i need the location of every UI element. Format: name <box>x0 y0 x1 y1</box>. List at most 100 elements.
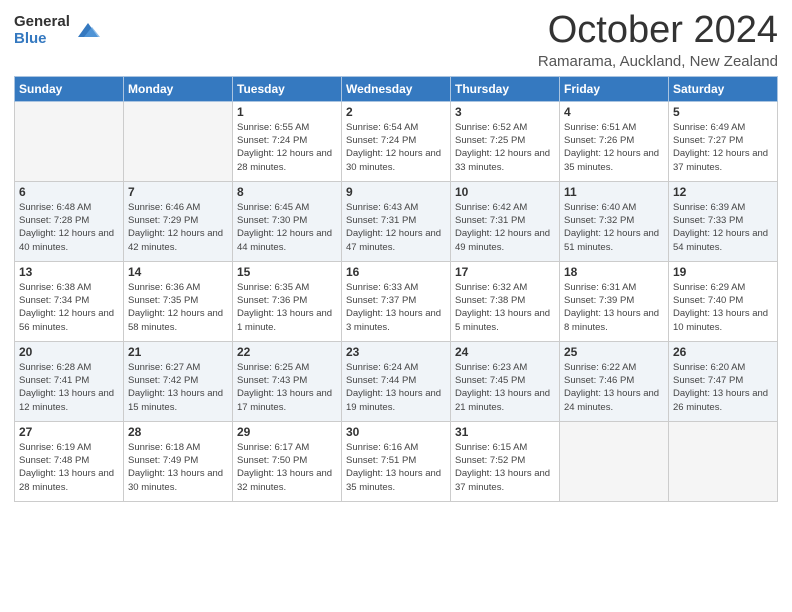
day-info: Sunrise: 6:55 AMSunset: 7:24 PMDaylight:… <box>237 121 337 174</box>
day-info: Sunrise: 6:54 AMSunset: 7:24 PMDaylight:… <box>346 121 446 174</box>
calendar-cell: 5 Sunrise: 6:49 AMSunset: 7:27 PMDaylight… <box>669 101 778 181</box>
day-info: Sunrise: 6:40 AMSunset: 7:32 PMDaylight:… <box>564 201 664 254</box>
calendar-cell: 10 Sunrise: 6:42 AMSunset: 7:31 PMDayligh… <box>451 181 560 261</box>
day-number: 15 <box>237 265 337 279</box>
day-info: Sunrise: 6:42 AMSunset: 7:31 PMDaylight:… <box>455 201 555 254</box>
title-block: October 2024 Ramarama, Auckland, New Zea… <box>538 10 778 70</box>
day-number: 19 <box>673 265 773 279</box>
calendar-week-row: 6Sunrise: 6:48 AMSunset: 7:28 PMDaylight… <box>15 181 778 261</box>
calendar-week-row: 20 Sunrise: 6:28 AMSunset: 7:41 PMDayligh… <box>15 341 778 421</box>
day-info: Sunrise: 6:20 AMSunset: 7:47 PMDaylight:… <box>673 361 773 414</box>
day-number: 4 <box>564 105 664 119</box>
weekday-header-sunday: Sunday <box>15 76 124 101</box>
title-location: Ramarama, Auckland, New Zealand <box>538 53 778 70</box>
day-number: 10 <box>455 185 555 199</box>
weekday-header-saturday: Saturday <box>669 76 778 101</box>
logo-general: General <box>14 14 70 31</box>
calendar-cell: 25Sunrise: 6:22 AMSunset: 7:46 PMDayligh… <box>560 341 669 421</box>
calendar-cell <box>15 101 124 181</box>
day-info: Sunrise: 6:45 AMSunset: 7:30 PMDaylight:… <box>237 201 337 254</box>
calendar-cell: 22 Sunrise: 6:25 AMSunset: 7:43 PMDayligh… <box>233 341 342 421</box>
calendar-cell: 30Sunrise: 6:16 AMSunset: 7:51 PMDayligh… <box>342 421 451 501</box>
day-number: 21 <box>128 345 228 359</box>
logo-icon <box>74 17 102 45</box>
calendar-cell: 23 Sunrise: 6:24 AMSunset: 7:44 PMDayligh… <box>342 341 451 421</box>
calendar-header-row: SundayMondayTuesdayWednesdayThursdayFrid… <box>15 76 778 101</box>
calendar-cell: 27 Sunrise: 6:19 AMSunset: 7:48 PMDayligh… <box>15 421 124 501</box>
calendar-cell: 13 Sunrise: 6:38 AMSunset: 7:34 PMDayligh… <box>15 261 124 341</box>
calendar-cell: 6Sunrise: 6:48 AMSunset: 7:28 PMDaylight… <box>15 181 124 261</box>
day-info: Sunrise: 6:28 AMSunset: 7:41 PMDaylight:… <box>19 361 119 414</box>
calendar-week-row: 1Sunrise: 6:55 AMSunset: 7:24 PMDaylight… <box>15 101 778 181</box>
calendar-cell <box>669 421 778 501</box>
day-number: 13 <box>19 265 119 279</box>
day-info: Sunrise: 6:51 AMSunset: 7:26 PMDaylight:… <box>564 121 664 174</box>
calendar-cell: 16 Sunrise: 6:33 AMSunset: 7:37 PMDayligh… <box>342 261 451 341</box>
day-info: Sunrise: 6:35 AMSunset: 7:36 PMDaylight:… <box>237 281 337 334</box>
day-number: 18 <box>564 265 664 279</box>
calendar-week-row: 13 Sunrise: 6:38 AMSunset: 7:34 PMDayligh… <box>15 261 778 341</box>
day-number: 5 <box>673 105 773 119</box>
calendar-cell: 7Sunrise: 6:46 AMSunset: 7:29 PMDaylight… <box>124 181 233 261</box>
page: General Blue October 2024 Ramarama, Auck… <box>0 0 792 612</box>
day-number: 23 <box>346 345 446 359</box>
header: General Blue October 2024 Ramarama, Auck… <box>14 10 778 70</box>
calendar-cell: 1Sunrise: 6:55 AMSunset: 7:24 PMDaylight… <box>233 101 342 181</box>
calendar-cell: 17Sunrise: 6:32 AMSunset: 7:38 PMDayligh… <box>451 261 560 341</box>
day-info: Sunrise: 6:52 AMSunset: 7:25 PMDaylight:… <box>455 121 555 174</box>
day-number: 6 <box>19 185 119 199</box>
title-month: October 2024 <box>538 10 778 52</box>
day-info: Sunrise: 6:18 AMSunset: 7:49 PMDaylight:… <box>128 441 228 494</box>
day-info: Sunrise: 6:24 AMSunset: 7:44 PMDaylight:… <box>346 361 446 414</box>
weekday-header-tuesday: Tuesday <box>233 76 342 101</box>
day-info: Sunrise: 6:43 AMSunset: 7:31 PMDaylight:… <box>346 201 446 254</box>
day-info: Sunrise: 6:23 AMSunset: 7:45 PMDaylight:… <box>455 361 555 414</box>
calendar-cell: 26Sunrise: 6:20 AMSunset: 7:47 PMDayligh… <box>669 341 778 421</box>
calendar-week-row: 27 Sunrise: 6:19 AMSunset: 7:48 PMDayligh… <box>15 421 778 501</box>
calendar-cell: 11 Sunrise: 6:40 AMSunset: 7:32 PMDayligh… <box>560 181 669 261</box>
day-info: Sunrise: 6:29 AMSunset: 7:40 PMDaylight:… <box>673 281 773 334</box>
day-info: Sunrise: 6:39 AMSunset: 7:33 PMDaylight:… <box>673 201 773 254</box>
day-info: Sunrise: 6:15 AMSunset: 7:52 PMDaylight:… <box>455 441 555 494</box>
day-number: 14 <box>128 265 228 279</box>
calendar-cell: 8Sunrise: 6:45 AMSunset: 7:30 PMDaylight… <box>233 181 342 261</box>
day-number: 12 <box>673 185 773 199</box>
calendar-cell: 9 Sunrise: 6:43 AMSunset: 7:31 PMDaylight… <box>342 181 451 261</box>
day-number: 22 <box>237 345 337 359</box>
day-number: 28 <box>128 425 228 439</box>
weekday-header-thursday: Thursday <box>451 76 560 101</box>
calendar-cell: 28 Sunrise: 6:18 AMSunset: 7:49 PMDayligh… <box>124 421 233 501</box>
calendar-cell: 19 Sunrise: 6:29 AMSunset: 7:40 PMDayligh… <box>669 261 778 341</box>
calendar-cell: 31Sunrise: 6:15 AMSunset: 7:52 PMDayligh… <box>451 421 560 501</box>
day-info: Sunrise: 6:25 AMSunset: 7:43 PMDaylight:… <box>237 361 337 414</box>
day-info: Sunrise: 6:27 AMSunset: 7:42 PMDaylight:… <box>128 361 228 414</box>
day-info: Sunrise: 6:49 AMSunset: 7:27 PMDaylight:… <box>673 121 773 174</box>
day-number: 27 <box>19 425 119 439</box>
logo-blue: Blue <box>14 31 70 48</box>
day-info: Sunrise: 6:17 AMSunset: 7:50 PMDaylight:… <box>237 441 337 494</box>
calendar-cell: 14Sunrise: 6:36 AMSunset: 7:35 PMDayligh… <box>124 261 233 341</box>
calendar-cell: 2Sunrise: 6:54 AMSunset: 7:24 PMDaylight… <box>342 101 451 181</box>
day-info: Sunrise: 6:16 AMSunset: 7:51 PMDaylight:… <box>346 441 446 494</box>
calendar-cell: 18Sunrise: 6:31 AMSunset: 7:39 PMDayligh… <box>560 261 669 341</box>
day-info: Sunrise: 6:19 AMSunset: 7:48 PMDaylight:… <box>19 441 119 494</box>
day-info: Sunrise: 6:22 AMSunset: 7:46 PMDaylight:… <box>564 361 664 414</box>
day-number: 29 <box>237 425 337 439</box>
calendar-cell: 29 Sunrise: 6:17 AMSunset: 7:50 PMDayligh… <box>233 421 342 501</box>
day-number: 24 <box>455 345 555 359</box>
day-info: Sunrise: 6:32 AMSunset: 7:38 PMDaylight:… <box>455 281 555 334</box>
calendar-cell <box>560 421 669 501</box>
calendar-cell: 3Sunrise: 6:52 AMSunset: 7:25 PMDaylight… <box>451 101 560 181</box>
calendar-cell <box>124 101 233 181</box>
calendar-cell: 15 Sunrise: 6:35 AMSunset: 7:36 PMDayligh… <box>233 261 342 341</box>
day-info: Sunrise: 6:38 AMSunset: 7:34 PMDaylight:… <box>19 281 119 334</box>
day-number: 16 <box>346 265 446 279</box>
logo-text: General Blue <box>14 14 70 47</box>
calendar-cell: 24 Sunrise: 6:23 AMSunset: 7:45 PMDayligh… <box>451 341 560 421</box>
day-info: Sunrise: 6:33 AMSunset: 7:37 PMDaylight:… <box>346 281 446 334</box>
calendar-cell: 12 Sunrise: 6:39 AMSunset: 7:33 PMDayligh… <box>669 181 778 261</box>
day-number: 9 <box>346 185 446 199</box>
day-number: 11 <box>564 185 664 199</box>
day-number: 20 <box>19 345 119 359</box>
calendar-table: SundayMondayTuesdayWednesdayThursdayFrid… <box>14 76 778 502</box>
